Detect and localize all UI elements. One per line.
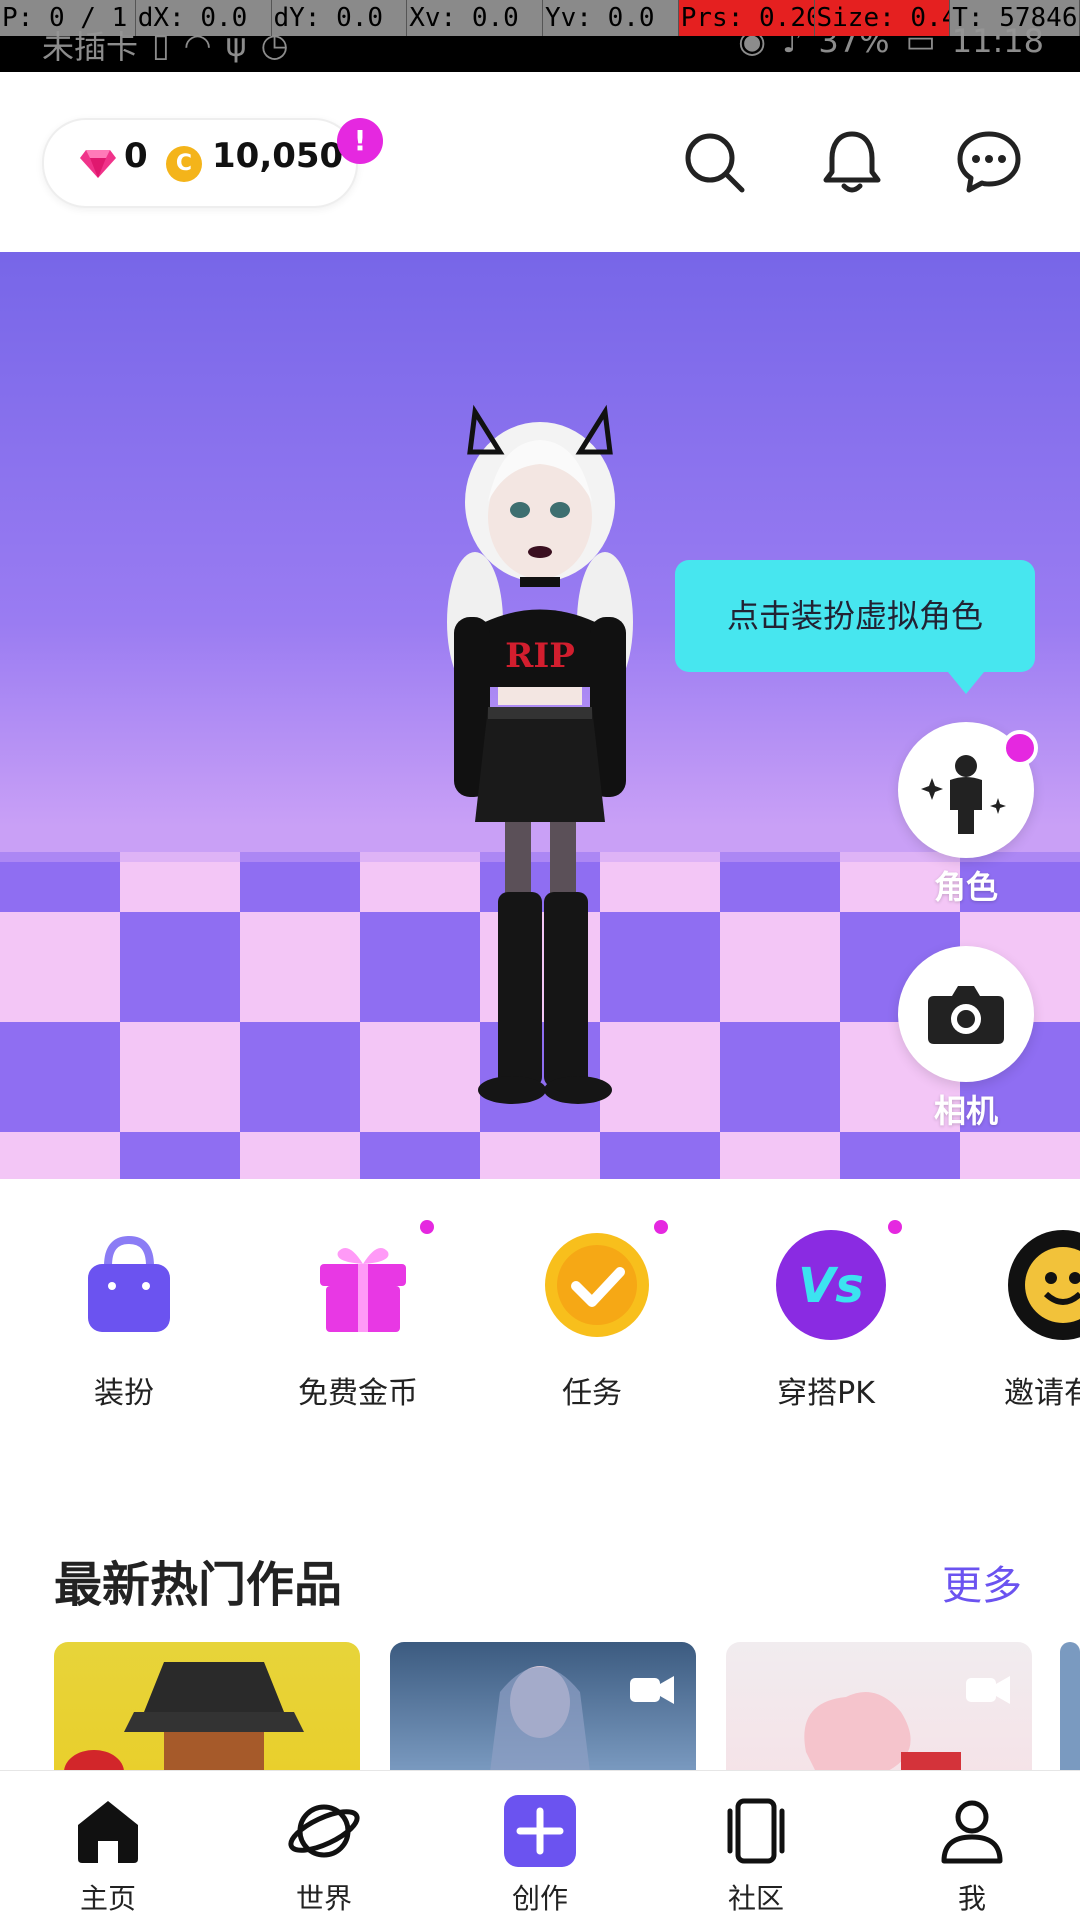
debug-size: Size: 0.40 xyxy=(814,0,951,36)
hot-work-card[interactable] xyxy=(726,1642,1032,1772)
vs-icon: Vs xyxy=(776,1230,886,1340)
touch-debug-overlay: P: 0 / 1 dX: 0.0 dY: 0.0 Xv: 0.0 Yv: 0.0… xyxy=(0,0,1080,36)
debug-pressure: Prs: 0.20 xyxy=(678,0,815,36)
gem-icon xyxy=(80,150,116,178)
debug-dy: dY: 0.0 xyxy=(272,0,408,36)
nav-label: 我 xyxy=(957,1882,986,1915)
section-title: 最新热门作品 xyxy=(54,1557,343,1613)
nav-label: 社区 xyxy=(727,1882,784,1915)
quick-action-label: 邀请有 xyxy=(1004,1376,1080,1411)
coin-count: 10,050 xyxy=(212,136,344,176)
debug-time: T: 578462 xyxy=(950,0,1080,36)
quick-action-label: 装扮 xyxy=(94,1376,154,1411)
home-icon xyxy=(78,1801,138,1863)
status-bar: 未插卡 ▯ ◠ ψ ◷ ◉ ♪ 37% ▭ 11:18 P: 0 / 1 dX:… xyxy=(0,0,1080,72)
camera-label: 相机 xyxy=(933,1092,998,1130)
profile-icon xyxy=(941,1800,1003,1864)
quick-action-label: 穿搭PK xyxy=(777,1376,875,1411)
nav-label: 创作 xyxy=(511,1882,568,1915)
nav-home[interactable]: 主页 xyxy=(8,1771,208,1921)
debug-pointer: P: 0 / 1 xyxy=(0,0,136,36)
avatar-character[interactable]: RIP xyxy=(440,392,640,1112)
quick-action-free-coins[interactable]: 免费金币 xyxy=(258,1220,458,1420)
outfit-pk-badge xyxy=(888,1220,902,1234)
quick-action-outfit-pk[interactable]: Vs 穿搭PK xyxy=(726,1220,926,1420)
shopping-bag-icon xyxy=(88,1235,170,1332)
nav-world[interactable]: 世界 xyxy=(224,1771,424,1921)
quick-action-label: 免费金币 xyxy=(298,1376,418,1411)
character-badge xyxy=(1002,730,1038,766)
gift-icon xyxy=(320,1248,406,1332)
gem-count: 0 xyxy=(124,136,148,176)
tasks-badge xyxy=(654,1220,668,1234)
smiley-icon xyxy=(1008,1230,1080,1340)
svg-text:Vs: Vs xyxy=(798,1258,864,1314)
currency-balance[interactable]: 0 C 10,050 xyxy=(42,118,358,208)
more-link[interactable]: 更多 xyxy=(942,1553,1022,1611)
plus-icon xyxy=(504,1795,576,1867)
nav-create[interactable]: 创作 xyxy=(440,1771,640,1921)
bottom-nav: 主页 世界 创作 社区 我 xyxy=(0,1770,1080,1921)
tooltip-tail xyxy=(948,672,984,694)
search-icon[interactable] xyxy=(680,128,748,196)
avatar-stage[interactable]: RIP 点击装扮虚拟角色 角色 相机 xyxy=(0,252,1080,1179)
hot-work-card[interactable] xyxy=(54,1642,360,1772)
alert-badge[interactable]: ! xyxy=(337,118,383,164)
quick-action-dress-up[interactable]: 装扮 xyxy=(24,1220,224,1420)
planet-icon xyxy=(288,1804,360,1858)
cards-icon xyxy=(727,1798,785,1864)
quick-action-tasks[interactable]: 任务 xyxy=(492,1220,692,1420)
hot-work-thumbnail xyxy=(490,1666,674,1772)
nav-profile[interactable]: 我 xyxy=(872,1771,1072,1921)
nav-label: 世界 xyxy=(295,1882,352,1915)
dress-up-tooltip[interactable]: 点击装扮虚拟角色 xyxy=(675,560,1035,672)
camera-icon xyxy=(928,986,1004,1044)
hot-work-thumbnail xyxy=(64,1662,304,1772)
quick-action-invite[interactable]: 邀请有 xyxy=(960,1220,1080,1420)
nav-label: 主页 xyxy=(79,1882,136,1915)
shirt-print: RIP xyxy=(505,636,575,676)
character-label: 角色 xyxy=(933,868,998,906)
debug-dx: dX: 0.0 xyxy=(136,0,272,36)
hot-work-card[interactable] xyxy=(390,1642,696,1772)
chat-icon[interactable] xyxy=(955,128,1023,196)
free-coins-badge xyxy=(420,1220,434,1234)
quick-action-label: 任务 xyxy=(562,1376,622,1411)
nav-community[interactable]: 社区 xyxy=(656,1771,856,1921)
bell-icon[interactable] xyxy=(818,128,886,196)
hot-work-card[interactable] xyxy=(1060,1642,1080,1772)
coin-icon: C xyxy=(166,146,202,182)
debug-yv: Yv: 0.0 xyxy=(543,0,679,36)
camera-button[interactable] xyxy=(898,946,1034,1082)
debug-xv: Xv: 0.0 xyxy=(407,0,543,36)
hot-work-thumbnail xyxy=(804,1676,1010,1772)
check-circle-icon xyxy=(545,1233,649,1337)
